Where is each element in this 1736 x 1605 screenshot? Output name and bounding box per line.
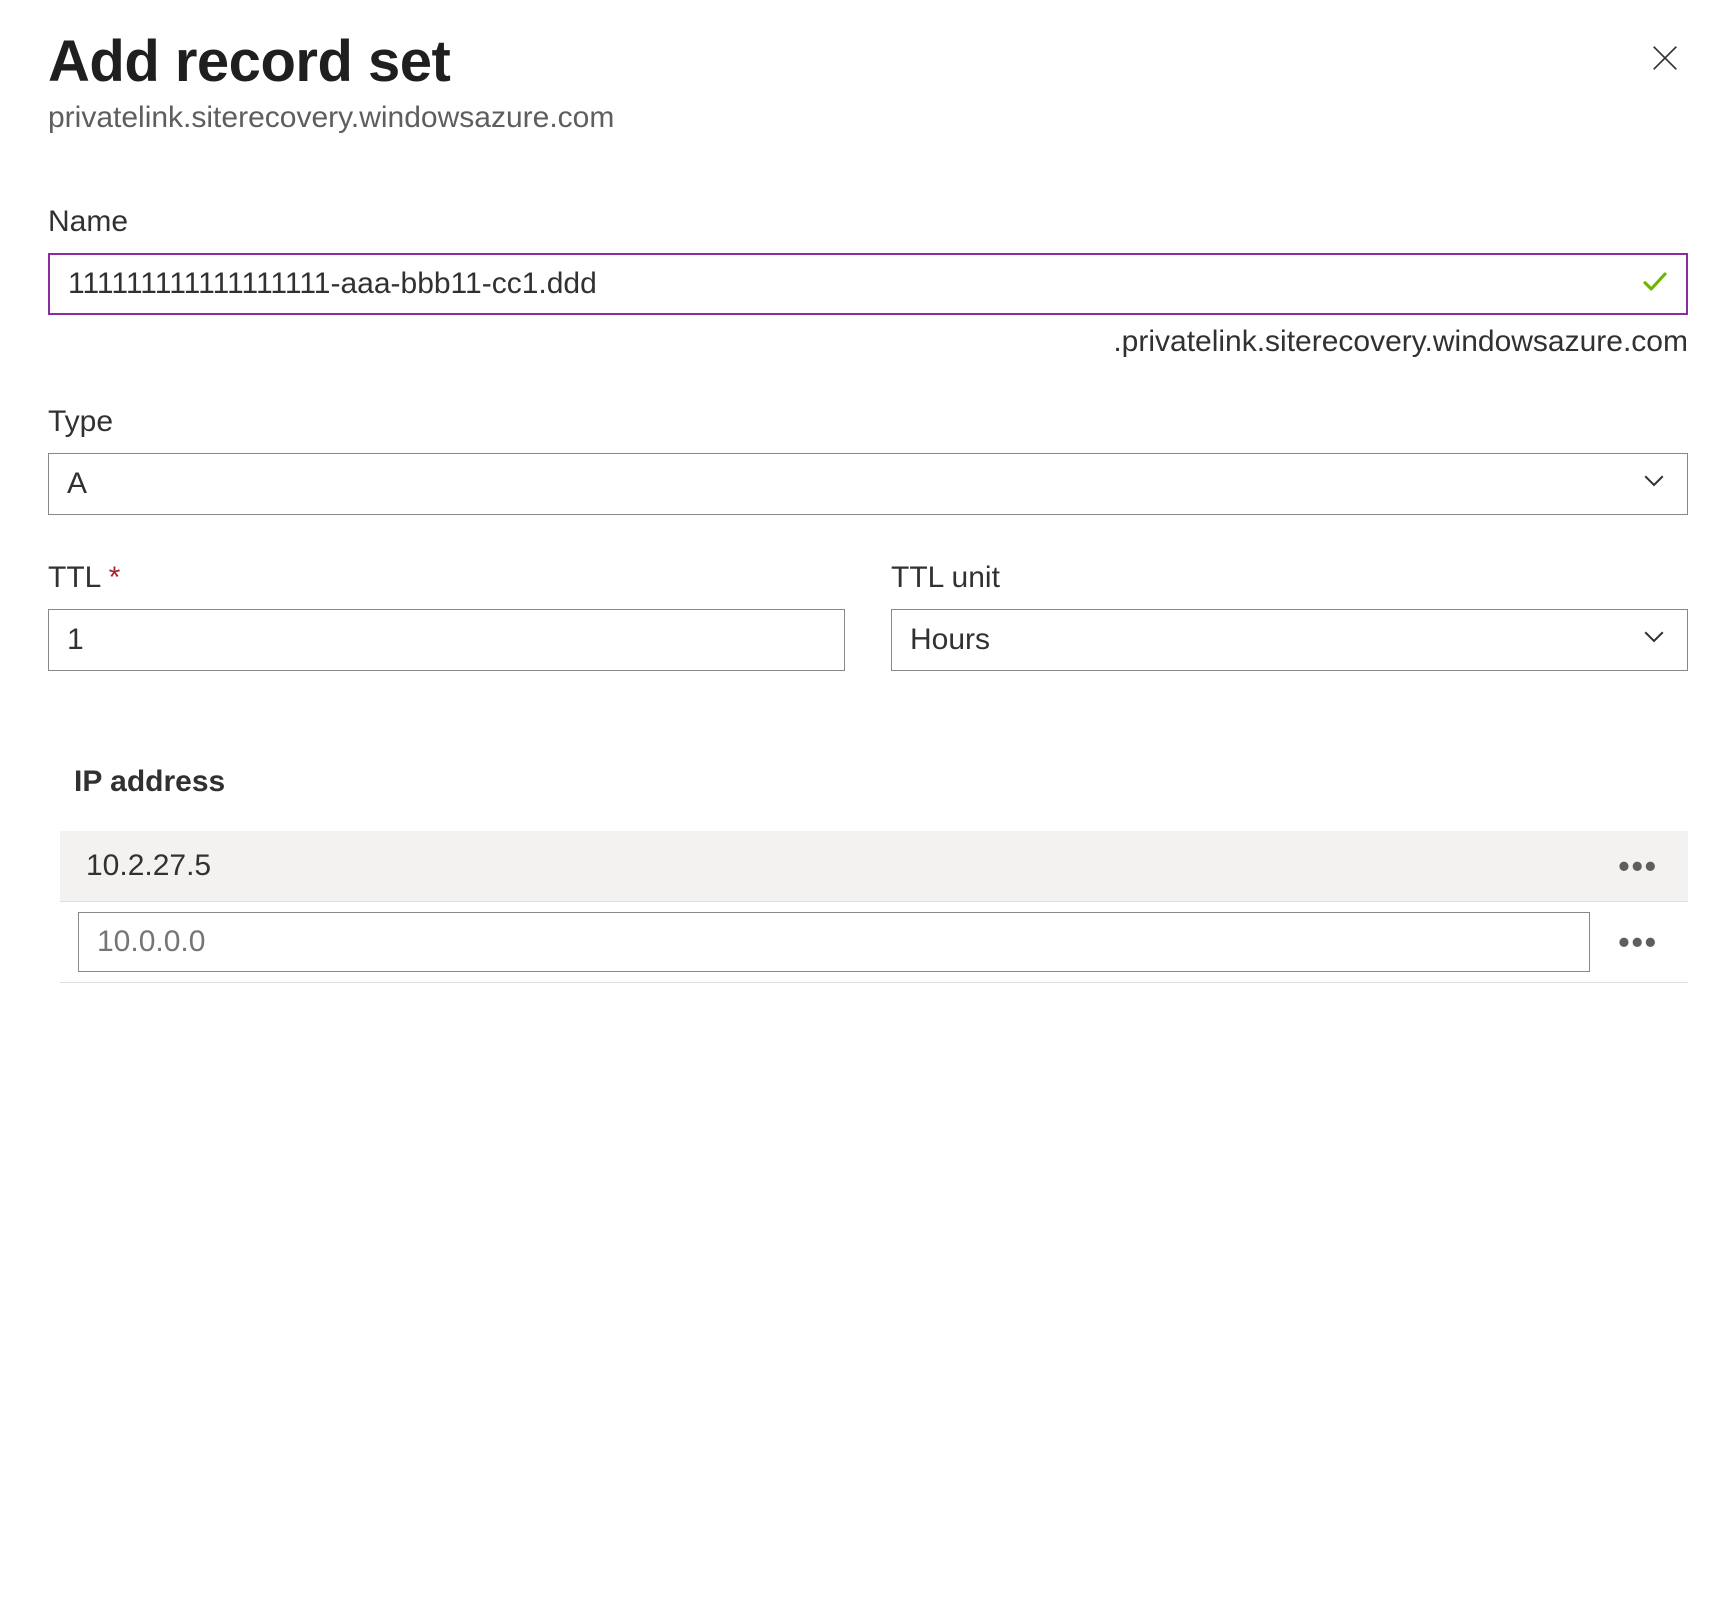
blade-title: Add record set	[48, 28, 450, 95]
chevron-down-icon	[1639, 621, 1669, 659]
ttl-unit-label: TTL unit	[891, 561, 1688, 595]
close-icon[interactable]	[1648, 28, 1688, 82]
ip-address-row[interactable]: 10.2.27.5 •••	[60, 831, 1688, 902]
ttl-input[interactable]	[48, 609, 845, 671]
blade-subtitle: privatelink.siterecovery.windowsazure.co…	[48, 101, 1688, 135]
ip-address-add-row: •••	[60, 902, 1688, 983]
ttl-unit-select-value: Hours	[910, 623, 990, 657]
chevron-down-icon	[1639, 465, 1669, 503]
ttl-label: TTL *	[48, 561, 845, 595]
more-actions-icon[interactable]: •••	[1614, 850, 1662, 882]
ttl-unit-select[interactable]: Hours	[891, 609, 1688, 671]
type-label: Type	[48, 405, 1688, 439]
type-select[interactable]: A	[48, 453, 1688, 515]
ip-address-heading: IP address	[60, 765, 1688, 799]
name-label: Name	[48, 205, 1688, 239]
ip-address-value: 10.2.27.5	[86, 849, 211, 883]
name-input[interactable]	[48, 253, 1688, 315]
more-actions-icon[interactable]: •••	[1614, 926, 1662, 958]
name-suffix: .privatelink.siterecovery.windowsazure.c…	[48, 325, 1688, 359]
ip-address-input[interactable]	[78, 912, 1590, 972]
required-indicator: *	[109, 561, 121, 594]
type-select-value: A	[67, 467, 87, 501]
